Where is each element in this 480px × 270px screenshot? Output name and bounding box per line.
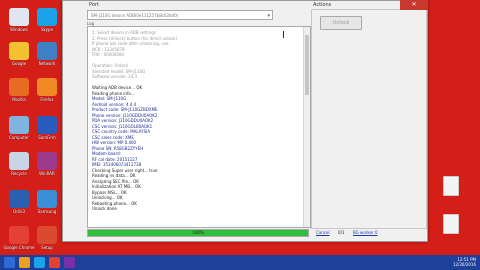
chevron-down-icon: ▾ (267, 13, 270, 19)
app-icon (9, 226, 29, 244)
app-icon (9, 116, 29, 134)
status-progress: 0/1 (338, 230, 345, 235)
status-worker[interactable]: BG worker 0 (353, 230, 378, 235)
document-icon (443, 176, 459, 196)
desktop-icon-label: Network (38, 61, 56, 66)
file-icon[interactable] (434, 214, 468, 234)
desktop-icon[interactable]: Firefox (30, 78, 64, 102)
desktop-icon[interactable]: WinRAR (30, 152, 64, 176)
log-panel: 1. Select device in ADB settings 2. Press… (87, 26, 311, 228)
app-icon (37, 116, 57, 134)
app-icon (9, 190, 29, 208)
unlock-tool-window: Port SM-J110G device ADB(0e111257b8c02b0… (62, 0, 428, 242)
taskbar: 12:51 PM 12/30/2016 (0, 255, 480, 270)
desktop-icon-label: WinRAR (39, 171, 55, 176)
app-icon (9, 78, 29, 96)
app-icon (9, 8, 29, 26)
desktop-icon-label: Setup (41, 245, 53, 250)
port-label: Port (89, 2, 99, 8)
actions-label: Actions (313, 2, 332, 8)
app-icon (37, 226, 57, 244)
unlock-button[interactable]: Unlock (320, 16, 362, 30)
progress-text: 100% (192, 230, 204, 235)
cancel-link[interactable]: Cancel (316, 230, 330, 235)
desktop: Windows Google Mozilla Computer Recycle Odin3… (0, 0, 480, 255)
desktop-icon[interactable]: Skype (30, 8, 64, 32)
app-icon (37, 8, 57, 26)
app-icon (9, 152, 29, 170)
taskbar-app-icon[interactable] (49, 257, 60, 268)
desktop-icon[interactable]: SamFirm (30, 116, 64, 140)
desktop-icon-label: Firefox (40, 97, 54, 102)
actions-panel: Unlock (311, 9, 427, 229)
desktop-icon[interactable]: Samsung (30, 190, 64, 214)
port-select-value: SM-J110G device ADB(0e111257b8c02b00) (91, 13, 179, 18)
desktop-icon-label: Skype (40, 27, 54, 32)
port-select[interactable]: SM-J110G device ADB(0e111257b8c02b00) ▾ (87, 10, 273, 20)
app-icon (37, 78, 57, 96)
log-line: Unlock done (92, 206, 117, 211)
clock-date: 12/30/2016 (452, 262, 476, 267)
log-scrollbar[interactable] (303, 27, 310, 227)
app-icon (37, 190, 57, 208)
taskbar-app-icon[interactable] (4, 257, 15, 268)
clock[interactable]: 12:51 PM 12/30/2016 (453, 257, 476, 267)
close-icon[interactable]: ✕ (400, 0, 428, 10)
taskbar-app-icon[interactable] (64, 257, 75, 268)
desktop-icon-label: SamFirm (38, 135, 56, 140)
taskbar-app-icon[interactable] (19, 257, 30, 268)
desktop-icon-label: Samsung (37, 209, 57, 214)
taskbar-app-icon[interactable] (34, 257, 45, 268)
scrollbar-thumb[interactable] (305, 35, 309, 95)
text-cursor-icon: I (282, 30, 285, 41)
app-icon (37, 152, 57, 170)
log-lines: 1. Select device in ADB settings 2. Press… (92, 30, 292, 212)
desktop-icon[interactable]: Network (30, 42, 64, 66)
app-icon (9, 42, 29, 60)
progress-bar: 100% (87, 229, 309, 237)
file-icon[interactable] (434, 176, 468, 196)
desktop-icon[interactable]: Setup (30, 226, 64, 250)
app-icon (37, 42, 57, 60)
document-icon (443, 214, 459, 234)
